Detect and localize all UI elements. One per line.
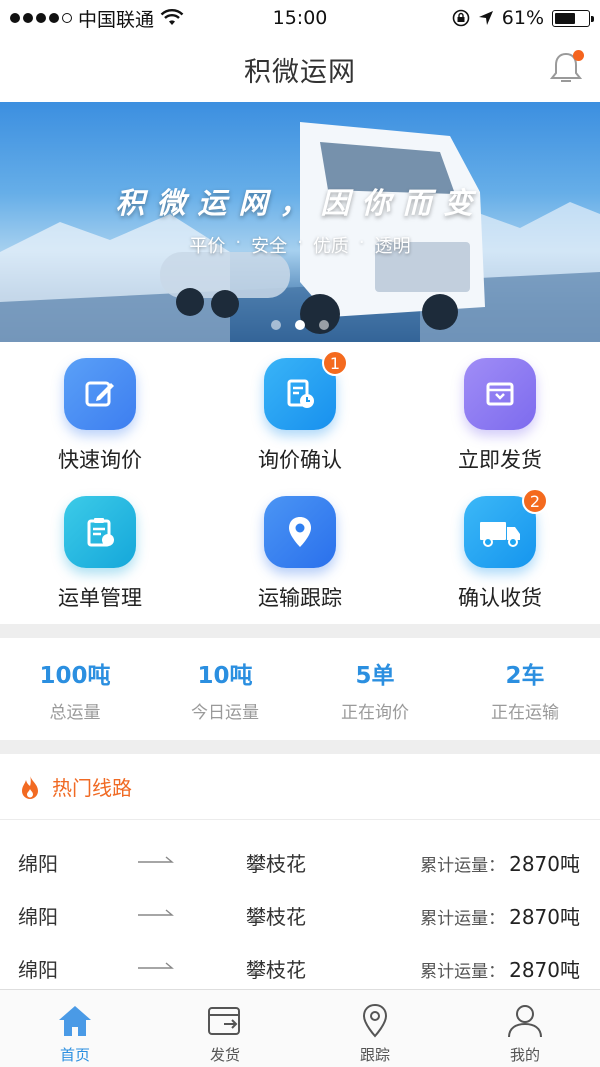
tab-label: 跟踪 [359,1046,390,1064]
tab-home[interactable]: 首页 [0,990,150,1067]
page-title: 积微运网 [244,56,356,88]
nav-header: 积微运网 [0,36,600,102]
truck-icon: 2 [464,488,548,568]
bottom-tab-bar: 首页 发货 跟踪 我的 [0,989,600,1067]
route-total-value: 2870吨 [509,851,580,876]
carousel-dot[interactable] [271,320,281,330]
route-origin: 绵阳 [18,904,58,929]
transport-tracking-button[interactable]: 运输跟踪 [200,480,400,620]
route-total-value: 2870吨 [509,904,580,929]
menu-label: 确认收货 [458,586,542,610]
carousel-dot[interactable] [319,320,329,330]
edit-icon [64,358,136,430]
banner-slogan: 积微运网，因你而变 [115,186,485,220]
ship-now-button[interactable]: 立即发货 [400,342,600,482]
wifi-icon [160,9,184,25]
quick-inquiry-button[interactable]: 快速询价 [0,342,200,482]
badge-count: 2 [522,488,548,514]
location-arrow-icon [478,11,493,25]
location-pin-icon [264,496,336,568]
tab-track[interactable]: 跟踪 [300,990,450,1067]
route-total: 累计运量： 2870吨 [420,848,580,877]
banner-carousel[interactable]: 积微运网，因你而变 平价 · 安全 · 优质 · 透明 [0,102,600,342]
stat-today-volume[interactable]: 10吨 今日运量 [150,638,300,740]
banner-tag: 优质 [312,236,349,257]
banner-caption: 积微运网，因你而变 平价 · 安全 · 优质 · 透明 [0,180,600,258]
home-icon [59,1006,91,1036]
banner-tag: 安全 [251,236,288,257]
route-total-label: 累计运量： [420,961,506,982]
clipboard-icon [64,496,136,568]
hot-routes-title: 热门线路 [52,776,132,800]
route-destination: 攀枝花 [246,851,306,876]
route-origin: 绵阳 [18,957,58,982]
fire-icon [22,774,38,799]
arrow-right-icon [138,962,174,969]
route-row[interactable]: 绵阳 攀枝花 累计运量： 2870吨 [0,942,600,994]
menu-label: 立即发货 [458,448,542,472]
waybill-management-button[interactable]: 运单管理 [0,480,200,620]
system-status: 61% [452,7,594,29]
route-row[interactable]: 绵阳 攀枝花 累计运量： 2870吨 [0,836,600,888]
route-total-label: 累计运量： [420,908,506,929]
section-divider [0,624,600,638]
tab-label: 首页 [59,1046,90,1064]
stat-label: 正在询价 [341,702,409,723]
ship-box-icon [208,1007,240,1035]
tab-mine[interactable]: 我的 [450,990,600,1067]
carousel-dot-active[interactable] [295,320,305,330]
carrier-name: 中国联通 [78,8,155,31]
arrow-right-icon [138,909,174,916]
stat-total-volume[interactable]: 100吨 总运量 [0,638,150,740]
banner-tag: 平价 [189,236,226,257]
confirm-receipt-button[interactable]: 2 确认收货 [400,480,600,620]
battery-percent: 61% [501,7,544,29]
section-divider [0,740,600,754]
route-destination: 攀枝花 [246,904,306,929]
inquiry-confirm-button[interactable]: 1 询价确认 [200,342,400,482]
user-icon [508,1005,542,1038]
route-total-value: 2870吨 [509,957,580,982]
stat-value: 100吨 [39,662,111,689]
menu-label: 运单管理 [58,586,142,610]
stat-label: 总运量 [49,702,101,723]
menu-label: 询价确认 [258,448,342,472]
route-origin: 绵阳 [18,851,58,876]
stat-value: 2车 [505,662,545,689]
function-menu: 快速询价 1 询价确认 立即发货 运单管理 运输跟踪 2 确认收货 [0,342,600,624]
package-icon [464,358,536,430]
stat-label: 今日运量 [191,702,259,723]
stat-inquiring[interactable]: 5单 正在询价 [300,638,450,740]
carrier-info: 中国联通 [10,5,184,32]
banner-tags: 平价 · 安全 · 优质 · 透明 [189,232,411,257]
route-total: 累计运量： 2870吨 [420,954,580,983]
route-total: 累计运量： 2870吨 [420,901,580,930]
rotation-lock-icon [452,9,470,27]
stat-value: 5单 [355,662,395,689]
menu-label: 运输跟踪 [258,586,342,610]
tab-label: 我的 [509,1046,540,1064]
tab-ship[interactable]: 发货 [150,990,300,1067]
signal-strength-icon [10,13,72,23]
menu-label: 快速询价 [58,448,142,472]
arrow-right-icon [138,856,174,863]
route-destination: 攀枝花 [246,957,306,982]
location-pin-icon [362,1003,388,1038]
route-row[interactable]: 绵阳 攀枝花 累计运量： 2870吨 [0,889,600,941]
battery-icon [552,9,594,27]
document-clock-icon: 1 [264,350,348,430]
notification-button[interactable] [546,48,586,88]
badge-count: 1 [322,350,348,376]
stat-in-transit[interactable]: 2车 正在运输 [450,638,600,740]
hot-routes-header: 热门线路 [0,754,600,820]
stat-label: 正在运输 [491,702,559,723]
route-total-label: 累计运量： [420,855,506,876]
tab-label: 发货 [209,1046,240,1064]
stat-value: 10吨 [197,662,253,689]
carousel-indicator [0,320,600,330]
notification-dot [573,50,584,61]
stats-panel: 100吨 总运量 10吨 今日运量 5单 正在询价 2车 正在运输 [0,638,600,740]
banner-tag: 透明 [374,236,411,257]
status-bar: 中国联通 15:00 61% [0,0,600,36]
